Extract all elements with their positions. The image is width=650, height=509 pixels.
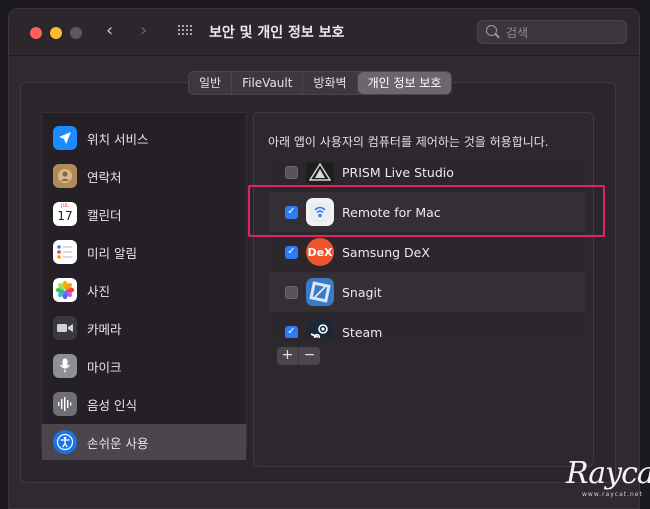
minimize-window-button[interactable] <box>50 27 62 39</box>
accessibility-icon <box>53 430 77 454</box>
close-window-button[interactable] <box>30 27 42 39</box>
watermark-logo: Raycat <box>566 456 650 491</box>
privacy-category-sidebar: 위치 서비스 연락처 JUL 17 캘린더 미리 알림 사진 카메라 마이크 음… <box>41 112 247 460</box>
app-name: Snagit <box>342 284 382 300</box>
tab-filevault[interactable]: FileVault <box>232 72 304 94</box>
app-name: PRISM Live Studio <box>342 164 454 180</box>
location-arrow-icon <box>53 126 77 150</box>
sidebar-item-label: 카메라 <box>87 321 122 337</box>
show-all-grid-icon[interactable] <box>178 25 194 39</box>
sidebar-item-location-services[interactable]: 위치 서비스 <box>42 120 246 156</box>
window-title: 보안 및 개인 정보 보호 <box>209 25 345 41</box>
add-remove-buttons: + − <box>277 347 320 365</box>
forward-chevron-icon[interactable]: › <box>140 21 147 41</box>
sidebar-item-label: 연락처 <box>87 169 122 185</box>
steam-icon <box>306 318 334 338</box>
sidebar-item-label: 미리 알림 <box>87 245 137 261</box>
snagit-icon <box>306 278 334 306</box>
microphone-icon <box>53 354 77 378</box>
sidebar-item-label: 위치 서비스 <box>87 131 149 147</box>
sidebar-item-camera[interactable]: 카메라 <box>42 310 246 346</box>
sidebar-item-contacts[interactable]: 연락처 <box>42 158 246 194</box>
sidebar-item-label: 캘린더 <box>87 207 122 223</box>
list-item-steam[interactable]: ✓ Steam <box>269 312 585 338</box>
title-bar: ‹ › 보안 및 개인 정보 보호 <box>9 9 639 56</box>
app-name: Samsung DeX <box>342 244 430 260</box>
samsung-dex-icon: DeX <box>306 238 334 266</box>
tab-privacy[interactable]: 개인 정보 보호 <box>357 72 452 94</box>
remove-app-button[interactable]: − <box>298 347 320 365</box>
calendar-icon: JUL 17 <box>53 202 77 226</box>
tab-firewall[interactable]: 방화벽 <box>303 72 358 94</box>
sidebar-item-microphone[interactable]: 마이크 <box>42 348 246 384</box>
zoom-window-button[interactable] <box>70 27 82 39</box>
panel-description: 아래 앱이 사용자의 컴퓨터를 제어하는 것을 허용합니다. <box>268 135 549 149</box>
sidebar-item-accessibility[interactable]: 손쉬운 사용 <box>42 424 246 460</box>
app-name: Steam <box>342 324 383 339</box>
sidebar-item-photos[interactable]: 사진 <box>42 272 246 308</box>
camera-icon <box>53 316 77 340</box>
search-field[interactable] <box>477 20 627 44</box>
sidebar-item-label: 마이크 <box>87 359 122 375</box>
list-item-snagit[interactable]: Snagit <box>269 272 585 312</box>
sidebar-item-calendar[interactable]: JUL 17 캘린더 <box>42 196 246 232</box>
app-checkbox[interactable]: ✓ <box>285 325 298 338</box>
app-checkbox[interactable] <box>285 165 298 179</box>
annotation-highlight-box <box>248 185 605 237</box>
sidebar-item-label: 음성 인식 <box>87 397 137 413</box>
list-item-samsung-dex[interactable]: ✓ DeX Samsung DeX <box>269 232 585 272</box>
reminders-icon <box>53 240 77 264</box>
add-app-button[interactable]: + <box>277 347 298 365</box>
photos-icon <box>53 278 77 302</box>
prism-live-studio-icon <box>306 162 334 186</box>
app-checkbox[interactable]: ✓ <box>285 245 298 259</box>
sidebar-item-label: 사진 <box>87 283 111 299</box>
app-checkbox[interactable] <box>285 285 298 299</box>
sidebar-item-reminders[interactable]: 미리 알림 <box>42 234 246 270</box>
search-icon <box>486 25 497 36</box>
speech-recognition-icon <box>53 392 77 416</box>
sidebar-item-speech-recognition[interactable]: 음성 인식 <box>42 386 246 422</box>
search-input[interactable] <box>504 23 618 43</box>
tab-general[interactable]: 일반 <box>189 72 233 94</box>
back-chevron-icon[interactable]: ‹ <box>106 21 113 41</box>
watermark-url: www.raycat.net <box>582 491 643 498</box>
sidebar-item-label: 손쉬운 사용 <box>87 435 149 451</box>
tab-bar: 일반 FileVault 방화벽 개인 정보 보호 <box>188 71 453 95</box>
contacts-icon <box>53 164 77 188</box>
